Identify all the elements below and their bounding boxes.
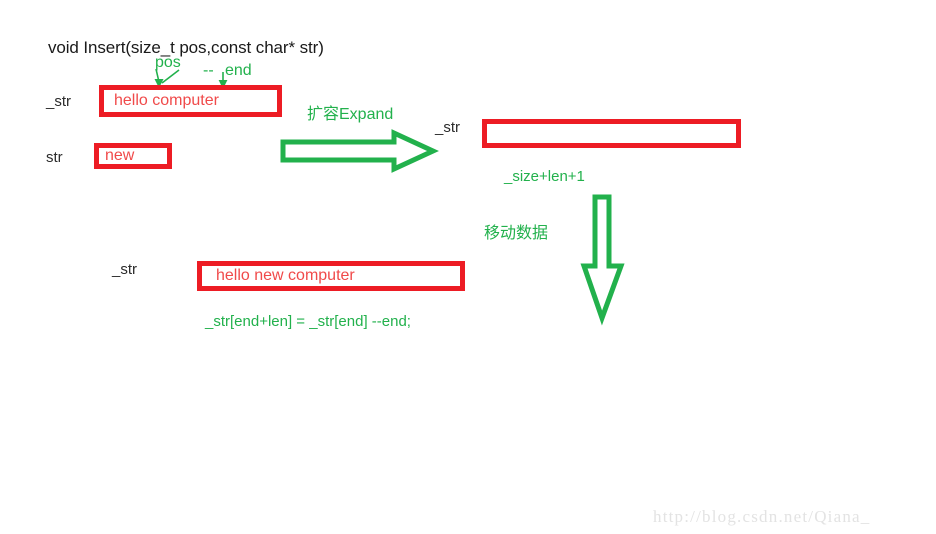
insert-string-text: new xyxy=(105,147,135,164)
move-data-step-label: 移动数据 xyxy=(484,225,549,242)
result-buffer-text: hello new computer xyxy=(216,267,355,284)
result-buffer-name-label: _str xyxy=(112,261,138,278)
insert-string-box: new xyxy=(94,143,172,169)
move-data-down-arrow-icon xyxy=(580,194,625,326)
source-buffer-text: hello computer xyxy=(114,92,219,109)
function-signature-title: void Insert(size_t pos,const char* str) xyxy=(48,38,324,57)
source-buffer-name-label: _str xyxy=(46,93,72,110)
expanded-buffer-box xyxy=(482,119,741,148)
expand-step-label: 扩容Expand xyxy=(307,106,394,123)
diagram-canvas: void Insert(size_t pos,const char* str) … xyxy=(0,0,936,534)
source-buffer-box: hello computer xyxy=(99,85,282,117)
expand-right-arrow-icon xyxy=(280,129,439,173)
expanded-buffer-name-label: _str xyxy=(435,119,461,136)
shift-formula-note: _str[end+len] = _str[end] --end; xyxy=(205,313,411,330)
blog-watermark: http://blog.csdn.net/Qiana_ xyxy=(653,507,871,526)
result-buffer-box: hello new computer xyxy=(197,261,465,291)
expanded-capacity-note: _size+len+1 xyxy=(504,168,585,185)
insert-string-name-label: str xyxy=(46,149,63,166)
